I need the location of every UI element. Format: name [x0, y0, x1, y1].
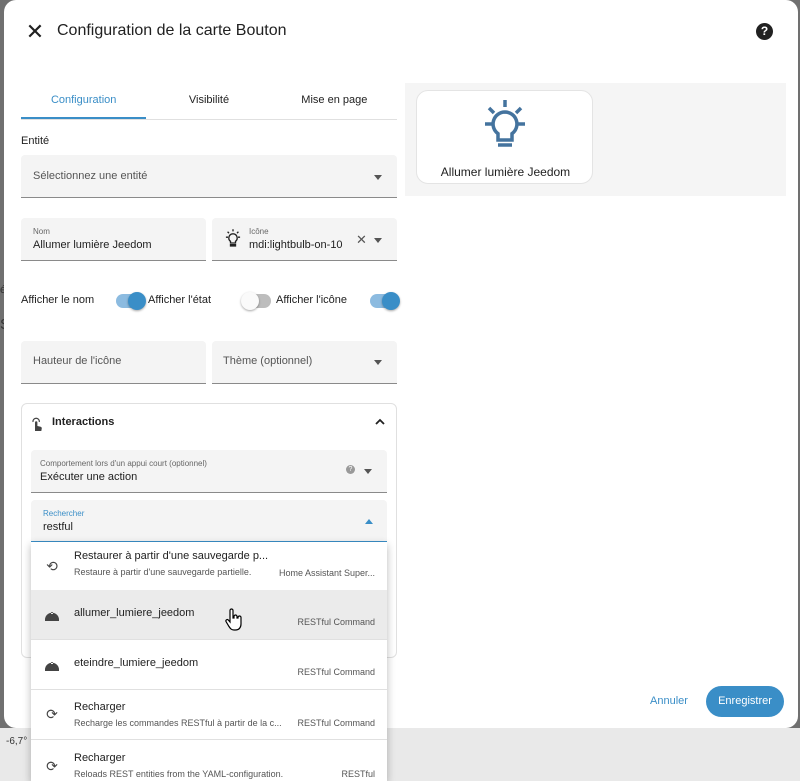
icon-field-value: mdi:lightbulb-on-10 — [249, 239, 343, 251]
list-item-subtitle: Recharge les commandes RESTful à partir … — [74, 718, 282, 728]
preview-card-name: Allumer lumière Jeedom — [440, 165, 571, 179]
show-name-toggle[interactable] — [116, 292, 146, 310]
list-item-source: RESTful — [341, 769, 375, 779]
chevron-up-icon[interactable] — [365, 519, 373, 524]
cancel-button[interactable]: Annuler — [650, 695, 688, 707]
action-search-label: Rechercher — [43, 509, 85, 518]
background-temperature: -6,7° — [6, 736, 28, 747]
tap-action-select[interactable]: Comportement lors d'un appui court (opti… — [31, 450, 387, 493]
bell-icon — [45, 612, 59, 621]
list-item[interactable]: ⟳ Recharger Recharge les commandes RESTf… — [31, 690, 387, 740]
restore-icon: ⟲ — [46, 558, 58, 574]
reload-icon: ⟳ — [46, 758, 58, 774]
list-item-subtitle: Reloads REST entities from the YAML-conf… — [74, 769, 284, 779]
list-item[interactable]: eteindre_lumiere_jeedom RESTful Command — [31, 640, 387, 690]
list-item-source: RESTful Command — [297, 667, 375, 677]
list-item-title: eteindre_lumiere_jeedom — [74, 657, 199, 669]
action-search-field[interactable]: Rechercher restful — [31, 500, 387, 543]
chevron-down-icon[interactable] — [364, 469, 372, 474]
list-item-source: RESTful Command — [297, 617, 375, 627]
list-item-title: allumer_lumiere_jeedom — [74, 607, 195, 619]
chevron-up-icon[interactable] — [375, 418, 385, 425]
name-field-value: Allumer lumière Jeedom — [33, 239, 152, 251]
show-icon-toggle[interactable] — [370, 292, 400, 310]
list-item-subtitle: Restaure à partir d'une sauvegarde parti… — [74, 567, 252, 577]
interactions-title: Interactions — [52, 416, 115, 428]
save-button[interactable]: Enregistrer — [706, 686, 784, 717]
action-search-value: restful — [43, 521, 73, 533]
pointer-hand-icon — [225, 608, 242, 631]
show-state-label: Afficher l'état — [148, 294, 212, 306]
list-item-source: RESTful Command — [297, 718, 375, 728]
show-name-label: Afficher le nom — [21, 294, 95, 306]
icon-height-placeholder: Hauteur de l'icône — [33, 355, 122, 367]
gesture-tap-icon — [32, 417, 42, 431]
icon-field[interactable]: Icône mdi:lightbulb-on-10 ✕ — [212, 218, 397, 261]
chevron-down-icon — [374, 360, 382, 365]
icon-field-label: Icône — [249, 227, 269, 236]
button-card-preview[interactable]: Allumer lumière Jeedom — [416, 90, 593, 184]
lightbulb-on-icon — [485, 100, 525, 147]
help-icon[interactable]: ? — [346, 465, 355, 474]
reload-icon: ⟳ — [46, 706, 58, 722]
clear-icon[interactable]: ✕ — [356, 232, 367, 248]
entity-placeholder: Sélectionnez une entité — [33, 170, 148, 182]
tab-bar: Configuration Visibilité Mise en page — [21, 84, 397, 120]
list-item[interactable]: ⟳ Recharger Reloads REST entities from t… — [31, 740, 387, 781]
show-state-toggle[interactable] — [241, 292, 271, 310]
name-field[interactable]: Nom Allumer lumière Jeedom — [21, 218, 206, 261]
theme-select[interactable]: Thème (optionnel) — [212, 341, 397, 384]
list-item-source: Home Assistant Super... — [278, 568, 375, 578]
list-item-title: Restaurer à partir d'une sauvegarde p... — [74, 550, 269, 562]
icon-height-field[interactable]: Hauteur de l'icône — [21, 341, 206, 384]
tap-action-label: Comportement lors d'un appui court (opti… — [40, 459, 207, 468]
tab-layout[interactable]: Mise en page — [272, 84, 397, 119]
chevron-down-icon — [374, 175, 382, 180]
name-field-label: Nom — [33, 227, 50, 236]
dialog-title: Configuration de la carte Bouton — [57, 22, 287, 39]
list-item-title: Recharger — [74, 701, 126, 713]
theme-placeholder: Thème (optionnel) — [223, 355, 313, 367]
show-icon-label: Afficher l'icône — [276, 294, 347, 306]
bell-icon — [45, 662, 59, 671]
list-item[interactable]: allumer_lumiere_jeedom RESTful Command — [31, 590, 387, 640]
list-item-title: Recharger — [74, 752, 126, 764]
chevron-down-icon[interactable] — [374, 238, 382, 243]
list-item[interactable]: ⟲ Restaurer à partir d'une sauvegarde p.… — [31, 542, 387, 592]
close-icon[interactable]: ✕ — [24, 21, 46, 43]
tab-configuration[interactable]: Configuration — [21, 84, 147, 119]
tap-action-value: Exécuter une action — [40, 471, 138, 483]
lightbulb-on-icon — [225, 229, 241, 247]
help-icon[interactable]: ? — [756, 23, 773, 40]
entity-select[interactable]: Sélectionnez une entité — [21, 155, 397, 198]
tab-visibility[interactable]: Visibilité — [146, 84, 271, 119]
action-dropdown: ⟲ Restaurer à partir d'une sauvegarde p.… — [31, 542, 387, 781]
entity-label: Entité — [21, 135, 50, 147]
